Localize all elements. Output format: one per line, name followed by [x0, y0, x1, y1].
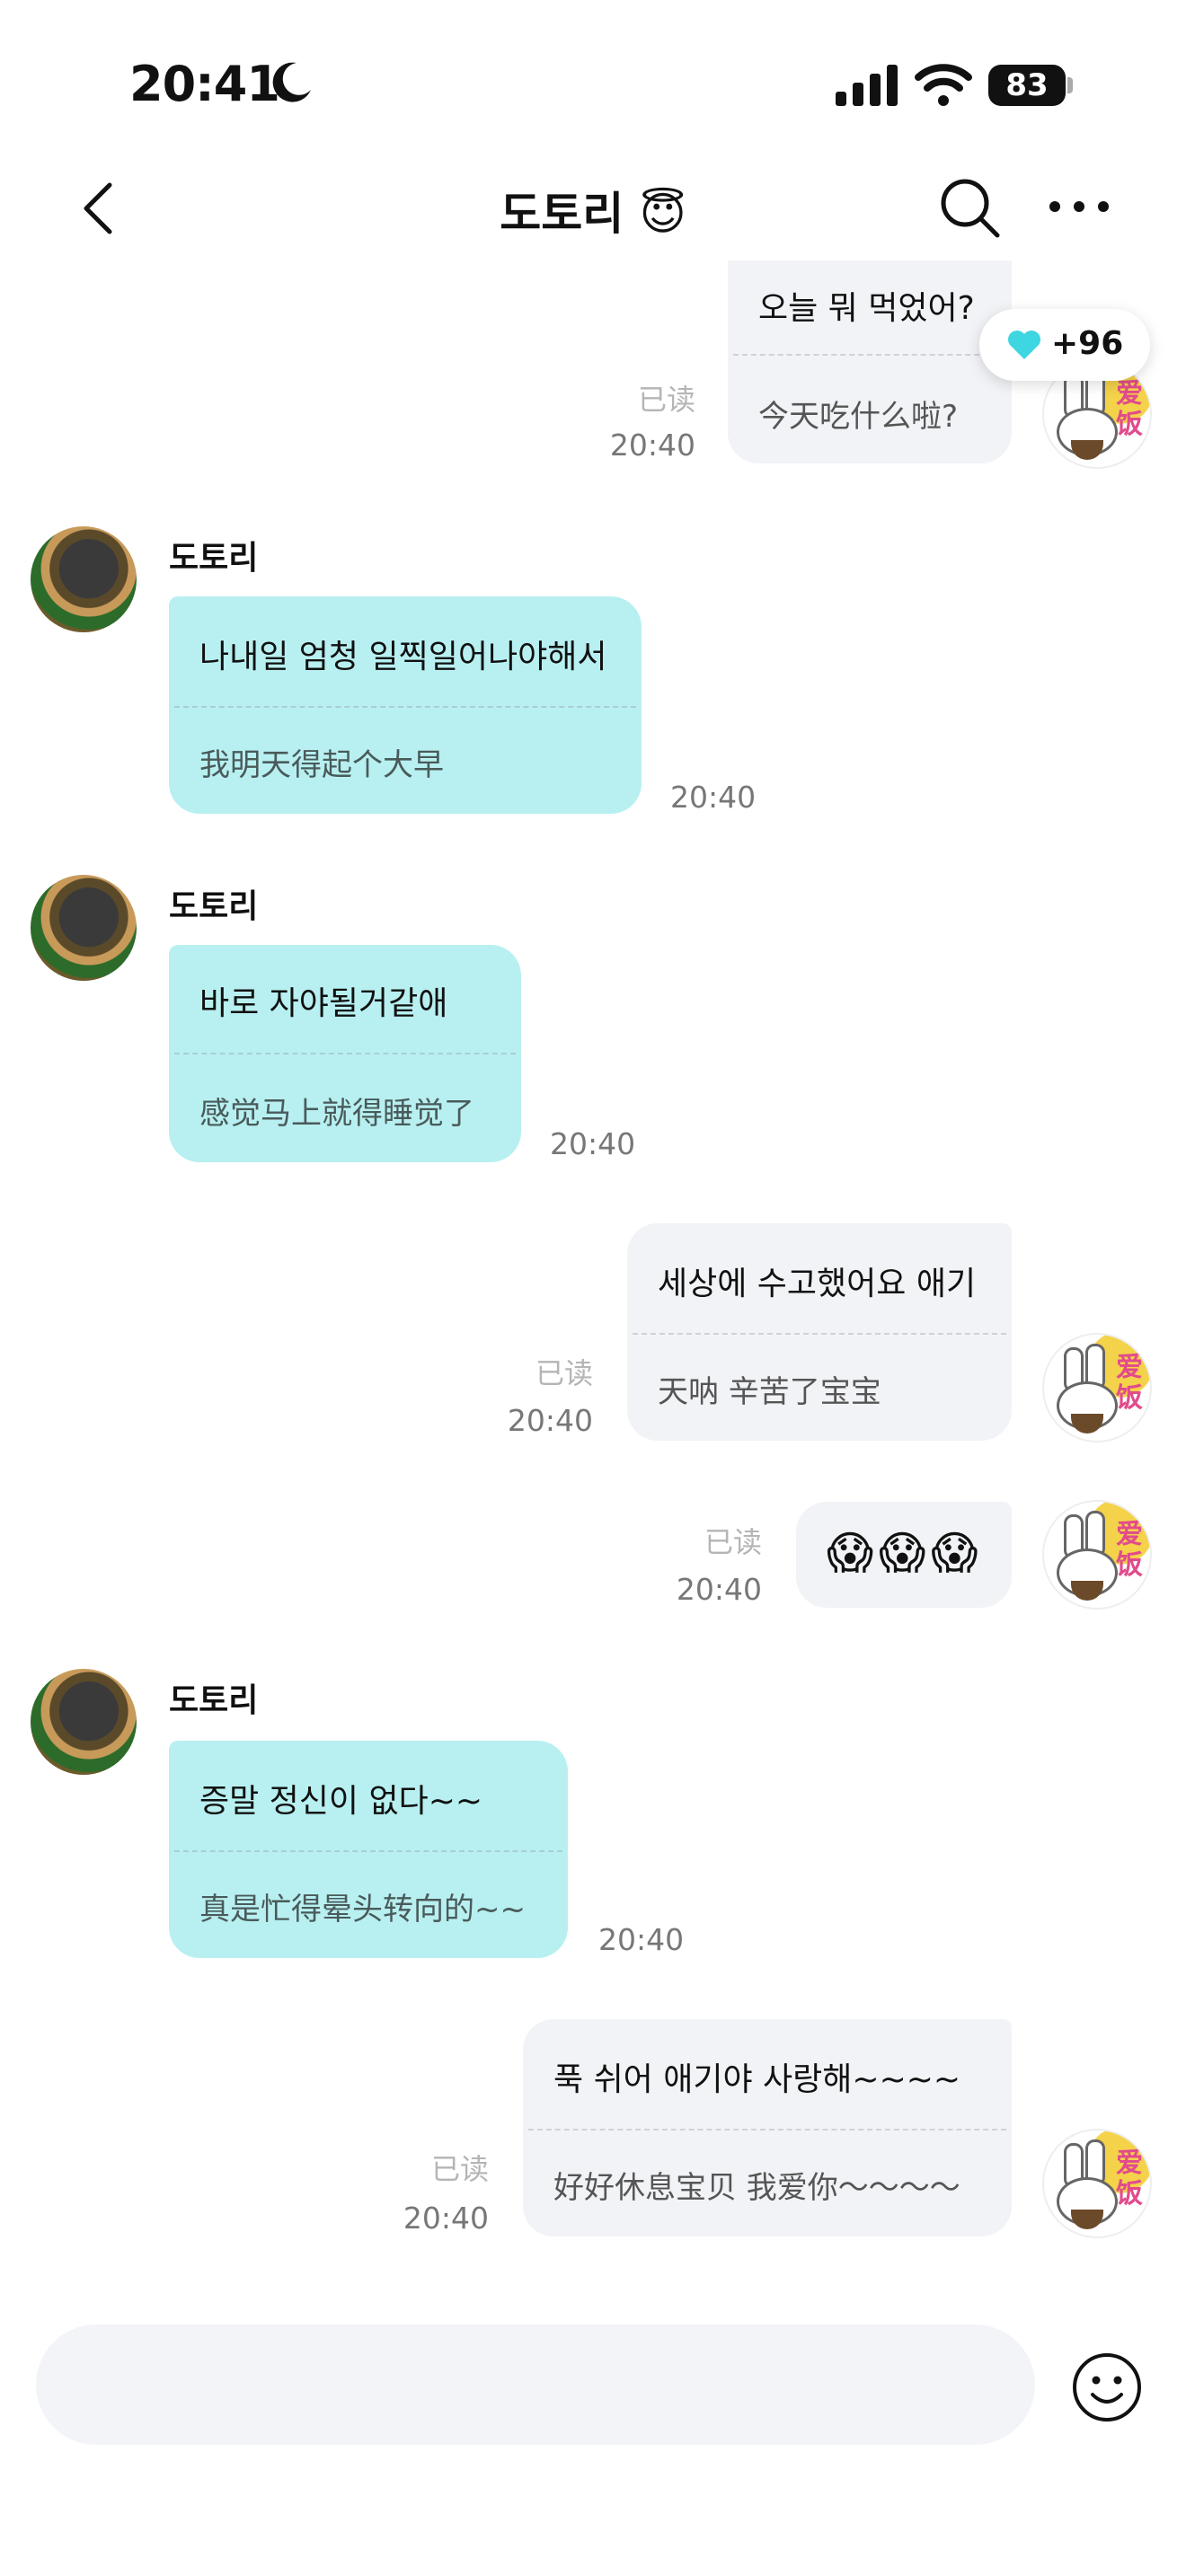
message-translation: 好好休息宝贝 我爱你～～～～ [553, 2170, 960, 2206]
my-avatar[interactable]: 爱饭 [1042, 2129, 1152, 2238]
reaction-badge[interactable]: +96 [979, 309, 1150, 381]
message-translation: 我明天得起个大早 [199, 747, 444, 783]
chat-title: 도토리 😇 [500, 188, 686, 240]
message-text: 오늘 뭐 먹었어? [758, 290, 975, 327]
message-time: 20:40 [670, 780, 757, 815]
contact-avatar[interactable] [31, 875, 137, 981]
message-bubble-incoming[interactable]: 바로 자야될거같애 感觉马上就得睡觉了 [169, 945, 521, 1162]
my-avatar[interactable]: 爱饭 [1042, 1333, 1152, 1442]
message-time: 20:40 [507, 1403, 593, 1438]
translation-divider [174, 1850, 562, 1852]
wifi-icon [915, 64, 972, 106]
avatar-sticker-text: 爱饭 [1116, 1352, 1143, 1414]
message-text: 푹 쉬어 애기야 사랑해~~~~ [553, 2061, 961, 2098]
message-bubble-incoming[interactable]: 증말 정신이 없다~~ 真是忙得晕头转向的~~ [169, 1741, 568, 1958]
translation-divider [633, 1333, 1006, 1335]
message-bubble-incoming[interactable]: 나내일 엄청 일찍일어나야해서 我明天得起个大早 [169, 596, 642, 814]
translation-divider [174, 706, 636, 708]
message-bubble-outgoing[interactable]: 오늘 뭐 먹었어? 今天吃什么啦? [728, 260, 1012, 463]
avatar-sticker-text: 爱饭 [1116, 1519, 1143, 1581]
message-input[interactable] [36, 2325, 1035, 2445]
message-time: 20:40 [550, 1126, 636, 1161]
message-time: 20:40 [609, 428, 695, 463]
message-text: 바로 자야될거같애 [199, 985, 448, 1022]
contact-avatar[interactable] [31, 1669, 137, 1775]
battery-indicator: 83 [988, 65, 1075, 106]
sender-name: 도토리 [169, 540, 259, 577]
moon-icon [272, 62, 311, 102]
read-receipt: 已读 [535, 1356, 593, 1390]
more-options-icon[interactable] [1048, 196, 1111, 217]
message-text: 증말 정신이 없다~~ [199, 1783, 483, 1820]
message-translation: 天呐 辛苦了宝宝 [658, 1374, 881, 1410]
avatar-sticker-text: 爱饭 [1116, 2148, 1143, 2210]
message-emoji: 😱😱😱 [827, 1527, 984, 1579]
read-receipt: 已读 [637, 383, 695, 417]
cellular-signal-icon [836, 65, 898, 106]
message-time: 20:40 [598, 1922, 685, 1957]
message-time: 20:40 [676, 1572, 762, 1607]
my-avatar[interactable]: 爱饭 [1042, 1500, 1152, 1610]
sender-name: 도토리 [169, 888, 259, 925]
message-translation: 真是忙得晕头转向的~~ [199, 1892, 526, 1928]
contact-avatar[interactable] [31, 526, 137, 632]
message-text: 나내일 엄청 일찍일어나야해서 [199, 639, 607, 675]
read-receipt: 已读 [704, 1525, 762, 1559]
message-translation: 感觉马上就得睡觉了 [199, 1096, 474, 1132]
avatar-sticker-text: 爱饭 [1116, 378, 1143, 440]
translation-divider [733, 354, 1006, 356]
battery-level: 83 [988, 65, 1066, 106]
read-receipt: 已读 [430, 2152, 489, 2186]
battery-tip [1067, 77, 1073, 93]
status-time: 20:41 [129, 56, 280, 112]
message-text: 세상에 수고했어요 애기 [658, 1266, 977, 1302]
message-bubble-outgoing[interactable]: 😱😱😱 [796, 1502, 1012, 1608]
heart-icon [1008, 331, 1040, 359]
reaction-count: +96 [1051, 325, 1124, 362]
message-time: 20:40 [403, 2201, 489, 2236]
search-icon[interactable] [938, 176, 1001, 239]
emoji-icon[interactable] [1071, 2351, 1143, 2423]
message-bubble-outgoing[interactable]: 세상에 수고했어요 애기 天呐 辛苦了宝宝 [627, 1223, 1012, 1441]
translation-divider [528, 2129, 1006, 2130]
sender-name: 도토리 [169, 1682, 259, 1719]
message-bubble-outgoing[interactable]: 푹 쉬어 애기야 사랑해~~~~ 好好休息宝贝 我爱你～～～～ [523, 2019, 1012, 2236]
translation-divider [174, 1053, 516, 1054]
message-translation: 今天吃什么啦? [758, 399, 959, 435]
